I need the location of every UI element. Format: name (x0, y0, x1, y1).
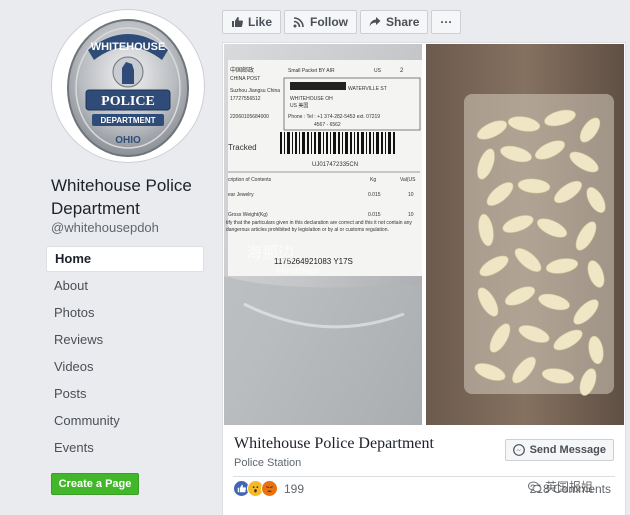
label-desc-contents: cription of Contents (228, 177, 272, 183)
messenger-icon (512, 444, 525, 456)
angry-reaction-icon (261, 480, 278, 497)
label-gross-total: 10 (408, 212, 414, 218)
wechat-icon (528, 481, 542, 492)
label-to-country: US 美国 (290, 102, 308, 109)
label-china-post-cn: 中国邮政 (230, 66, 254, 74)
sidebar: WHITEHOUSE POLICE DEPARTMENT OHIO Whiteh… (0, 0, 213, 514)
nav-item-photos[interactable]: Photos (46, 300, 204, 326)
more-dots-icon: ··· (440, 15, 453, 29)
nav-item-community[interactable]: Community (46, 408, 204, 434)
watermark-hinabian-en: Hinabian (276, 265, 319, 277)
page-action-bar: Like Follow Share ··· (222, 10, 462, 34)
avatar[interactable]: WHITEHOUSE POLICE DEPARTMENT OHIO (52, 10, 204, 162)
label-ref-number: 22060105684000 (230, 114, 269, 120)
source-watermark: 英国报姐 (528, 478, 593, 495)
send-message-button[interactable]: Send Message (504, 439, 614, 461)
send-message-label: Send Message (529, 444, 606, 456)
label-phone-line: Phone : Tel : +1 374-282-5453 ext. 07219 (288, 114, 380, 120)
label-to-city: WHITEHOUSE OH (290, 96, 333, 102)
create-page-button[interactable]: Create a Page (51, 473, 139, 495)
rss-icon (293, 17, 304, 28)
post-photos[interactable]: 中国邮政 CHINA POST Small Packet BY AIR US 2… (224, 44, 624, 425)
like-button[interactable]: Like (222, 10, 282, 34)
label-us-code: US (374, 68, 382, 74)
page-handle[interactable]: @whitehousepdoh (51, 220, 159, 235)
label-to-street: WATERVILLE ST (348, 86, 387, 92)
seeds-photo (426, 44, 624, 425)
package-photo: 中国邮政 CHINA POST Small Packet BY AIR US 2… (224, 44, 422, 425)
page-name[interactable]: Whitehouse Police Department (51, 174, 211, 220)
post-card: 中国邮政 CHINA POST Small Packet BY AIR US 2… (222, 42, 626, 515)
follow-label: Follow (310, 15, 349, 29)
label-phone-tail: 4567 - 6562 (314, 122, 341, 128)
more-button[interactable]: ··· (431, 10, 462, 34)
label-sender-city: Suzhou Jiangsu China (230, 88, 280, 94)
like-label: Like (248, 15, 273, 29)
watermark-text: 英国报姐 (545, 480, 594, 494)
nav-item-videos[interactable]: Videos (46, 354, 204, 380)
label-row-val: 10 (408, 192, 414, 198)
label-row-kg: 0.015 (368, 192, 381, 198)
label-china-post: CHINA POST (230, 76, 260, 82)
share-arrow-icon (369, 17, 381, 27)
watermark-hinabian-cn: 海那边 (246, 244, 294, 262)
label-col-value: Val(US (400, 177, 416, 183)
label-gross-val: 0.015 (368, 212, 381, 218)
post-link-subtitle: Police Station (234, 457, 302, 469)
nav-item-about[interactable]: About (46, 273, 204, 299)
label-gross: Gross Weight(Kg) (228, 212, 268, 218)
police-badge-logo: WHITEHOUSE POLICE DEPARTMENT OHIO (67, 19, 189, 157)
badge-ribbon-text: DEPARTMENT (101, 116, 156, 125)
nav-item-posts[interactable]: Posts (46, 381, 204, 407)
nav-item-events[interactable]: Events (46, 435, 204, 461)
label-sender-phone: 17727556512 (230, 96, 261, 102)
share-label: Share (386, 15, 420, 29)
badge-top-text: WHITEHOUSE (91, 41, 166, 53)
nav-item-reviews[interactable]: Reviews (46, 327, 204, 353)
reactions-summary[interactable]: 199 (233, 480, 304, 497)
label-small-packet: Small Packet BY AIR (288, 68, 335, 74)
badge-bottom-text: OHIO (115, 135, 141, 146)
label-tracked: Tracked (228, 143, 257, 152)
post-link-title[interactable]: Whitehouse Police Department (234, 435, 434, 453)
divider (233, 476, 615, 477)
badge-center-text: POLICE (101, 94, 155, 109)
reaction-count: 199 (284, 481, 305, 496)
thumbs-up-icon (232, 17, 243, 27)
label-row-item: ear Jewelry (228, 192, 254, 198)
nav-item-home[interactable]: Home (46, 246, 204, 272)
share-button[interactable]: Share (360, 10, 429, 34)
sidebar-nav: Home About Photos Reviews Videos Posts C… (46, 246, 204, 462)
label-barcode-number: UJ017472335CN (312, 162, 358, 168)
label-col-kg: Kg (370, 177, 376, 183)
label-declaration: tify that the particulars given in this … (226, 220, 412, 233)
follow-button[interactable]: Follow (284, 10, 358, 34)
